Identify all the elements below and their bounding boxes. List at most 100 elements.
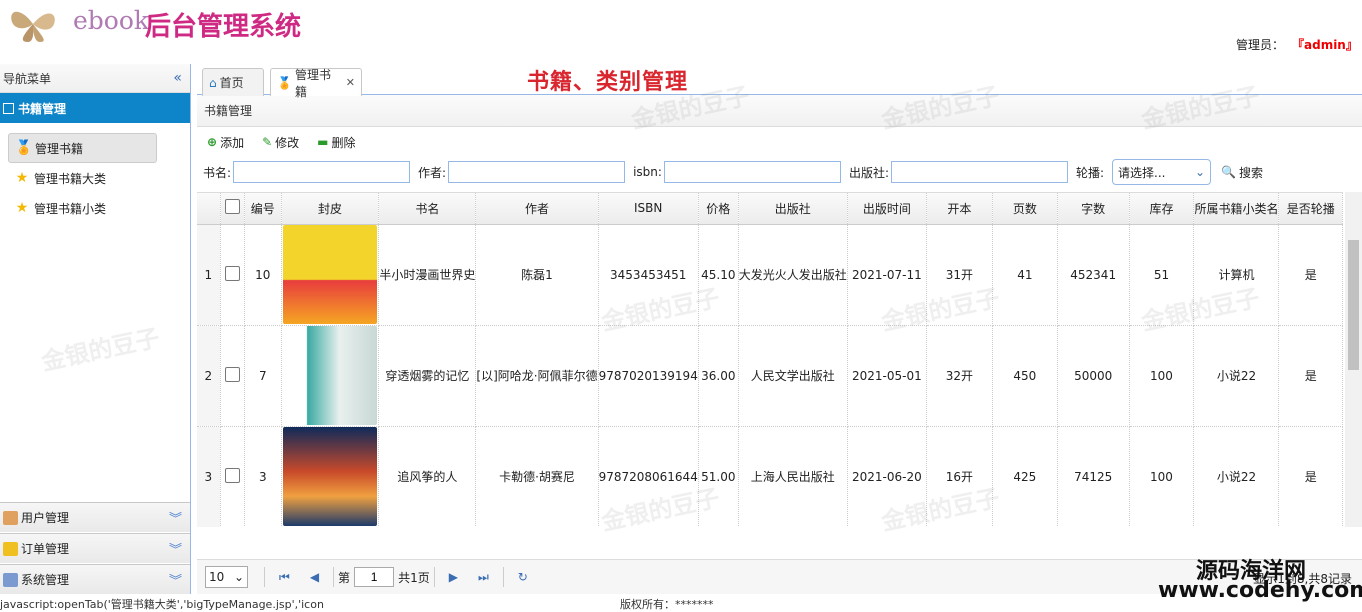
- cell-date: 2021-05-01: [847, 325, 927, 427]
- table-row[interactable]: 2 7 穿透烟雾的记忆 [以]阿哈龙·阿佩菲尔德 9787020139194 36.00 人…: [197, 325, 1343, 427]
- watermark-site-url: www.codehy.com: [1158, 578, 1362, 603]
- star-icon: ★: [15, 200, 29, 216]
- row-checkbox[interactable]: [224, 467, 240, 483]
- refresh-icon[interactable]: ↻: [518, 570, 528, 584]
- column-header[interactable]: 是否轮播: [1278, 193, 1343, 225]
- tab-label: 首页: [219, 76, 244, 90]
- sidebar-item-manage-small-types[interactable]: ★ 管理书籍小类: [8, 193, 184, 223]
- cell-category: 小说22: [1193, 325, 1280, 427]
- cell-words: 452341: [1057, 224, 1130, 326]
- collapse-sidebar-icon[interactable]: «: [173, 70, 182, 86]
- sidebar-item-label: 管理书籍大类: [34, 171, 107, 186]
- cell-stock: 100: [1129, 426, 1195, 527]
- home-icon: ⌂: [209, 75, 217, 90]
- column-header[interactable]: 开本: [926, 193, 993, 225]
- column-header[interactable]: ISBN: [598, 193, 699, 225]
- column-header[interactable]: 所属书籍小类名: [1193, 193, 1280, 225]
- book-cover-image: [283, 326, 377, 425]
- cell-author: 卡勒德·胡赛尼: [475, 426, 599, 527]
- cell-carousel: 是: [1278, 426, 1343, 527]
- main-area: ⌂ 首页 🏅 管理书籍 ✕ 书籍、类别管理 书籍管理 ⊕ 添加 ✎ 修改 ▬ 删除 书…: [197, 64, 1362, 594]
- cell-publisher: 大发光火人发出版社: [738, 224, 848, 326]
- page-total: 共1页: [398, 570, 430, 585]
- cell-name: 半小时漫画世界史: [378, 224, 477, 326]
- sidebar-header: 导航菜单 «: [0, 64, 190, 93]
- publisher-input[interactable]: [891, 161, 1068, 183]
- cell-id: 3: [244, 426, 282, 527]
- column-header[interactable]: 书名: [378, 193, 477, 225]
- name-label: 书名:: [203, 165, 232, 180]
- last-page-icon[interactable]: ⏭: [478, 570, 489, 585]
- prev-page-icon[interactable]: ◀: [310, 570, 319, 584]
- select-cell: [220, 325, 245, 427]
- column-header[interactable]: 价格: [698, 193, 739, 225]
- cell-publisher: 上海人民出版社: [738, 426, 848, 527]
- search-button[interactable]: 🔍 搜索: [1221, 164, 1263, 181]
- add-button[interactable]: ⊕ 添加: [207, 134, 244, 151]
- cell-words: 50000: [1057, 325, 1130, 427]
- row-checkbox[interactable]: [224, 265, 240, 281]
- tab-home[interactable]: ⌂ 首页: [202, 68, 264, 96]
- medal-icon: 🏅: [277, 75, 292, 90]
- cover-cell: [281, 426, 380, 527]
- column-header-select[interactable]: [220, 193, 245, 225]
- accordion-system-management[interactable]: 系统管理 ︾: [0, 564, 190, 594]
- cell-isbn: 9787020139194: [598, 325, 699, 427]
- book-cover-image: [283, 427, 377, 526]
- sidebar-item-label: 管理书籍小类: [34, 201, 107, 216]
- chevron-down-icon: ⌄: [233, 570, 244, 584]
- search-icon: 🔍: [1221, 165, 1236, 179]
- sidebar-item-label: 管理书籍: [35, 141, 84, 156]
- carousel-select-value: 请选择...: [1118, 165, 1166, 180]
- delete-button[interactable]: ▬ 删除: [317, 134, 355, 151]
- column-header[interactable]: 作者: [475, 193, 599, 225]
- column-header[interactable]: 编号: [244, 193, 282, 225]
- select-all-checkbox[interactable]: [224, 199, 240, 215]
- next-page-icon[interactable]: ▶: [449, 570, 458, 584]
- cell-pages: 41: [992, 224, 1058, 326]
- cell-author: 陈磊1: [475, 224, 599, 326]
- divider: [433, 567, 435, 587]
- cell-carousel: 是: [1278, 224, 1343, 326]
- name-input[interactable]: [233, 161, 411, 183]
- vertical-scrollbar[interactable]: [1345, 192, 1362, 527]
- accordion-user-management[interactable]: 用户管理 ︾: [0, 502, 190, 532]
- first-page-icon[interactable]: ⏮: [279, 570, 290, 585]
- chevron-down-icon: ︾: [168, 543, 182, 558]
- row-checkbox[interactable]: [224, 366, 240, 382]
- column-header[interactable]: 出版社: [738, 193, 848, 225]
- cell-name: 追风筝的人: [378, 426, 477, 527]
- table-row[interactable]: 3 3 追风筝的人 卡勒德·胡赛尼 9787208061644 51.00 上海人民出版社 2…: [197, 426, 1343, 527]
- add-label: 添加: [220, 135, 245, 150]
- folder-icon: [3, 541, 18, 556]
- page-number-input[interactable]: [354, 567, 395, 587]
- page-size-value: 10: [209, 570, 225, 584]
- column-header[interactable]: 出版时间: [847, 193, 927, 225]
- isbn-input[interactable]: [663, 161, 841, 183]
- column-header-rownum: [197, 193, 221, 225]
- sidebar-item-manage-big-types[interactable]: ★ 管理书籍大类: [8, 163, 184, 193]
- scrollbar-thumb[interactable]: [1348, 240, 1359, 370]
- divider: [264, 567, 265, 587]
- table-header-row: 编号 封皮 书名 作者 ISBN 价格 出版社 出版时间 开本 页数 字数 库存…: [197, 193, 1343, 225]
- cover-cell: [281, 325, 380, 427]
- column-header[interactable]: 库存: [1129, 193, 1195, 225]
- sidebar-item-manage-books[interactable]: 🏅 管理书籍: [8, 133, 157, 163]
- cell-stock: 100: [1129, 325, 1195, 427]
- column-header[interactable]: 封皮: [281, 193, 380, 225]
- page-size-select[interactable]: 10 ⌄: [205, 566, 248, 588]
- admin-name: 『admin』: [1292, 38, 1358, 52]
- close-tab-icon[interactable]: ✕: [346, 76, 355, 89]
- author-input[interactable]: [448, 161, 626, 183]
- cell-id: 10: [244, 224, 282, 326]
- edit-button[interactable]: ✎ 修改: [262, 134, 299, 151]
- menu-group-book-management[interactable]: 书籍管理: [0, 93, 190, 123]
- page-prefix: 第: [338, 570, 351, 585]
- tab-manage-books[interactable]: 🏅 管理书籍 ✕: [270, 68, 362, 99]
- cell-id: 7: [244, 325, 282, 427]
- column-header[interactable]: 页数: [992, 193, 1058, 225]
- carousel-select[interactable]: 请选择... ⌄: [1112, 159, 1212, 185]
- column-header[interactable]: 字数: [1057, 193, 1130, 225]
- accordion-order-management[interactable]: 订单管理 ︾: [0, 533, 190, 563]
- publisher-label: 出版社:: [848, 165, 889, 180]
